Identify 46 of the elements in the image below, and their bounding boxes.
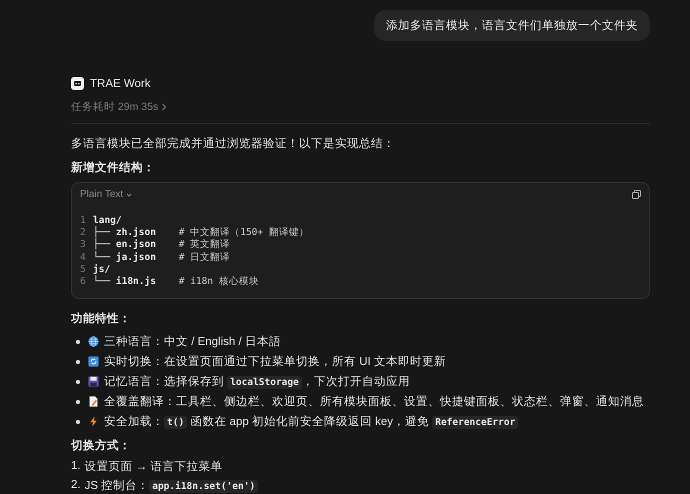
code-comment: # 中文翻译（150+ 翻译键） <box>178 226 309 239</box>
bullet <box>76 380 80 384</box>
step-number: 2. <box>71 479 81 492</box>
code-comment: # 日文翻译 <box>178 250 230 264</box>
bullet <box>76 420 80 424</box>
section-heading: 切换方式： <box>71 438 132 453</box>
chevron-right-icon[interactable] <box>161 103 168 111</box>
globe-icon <box>88 336 99 348</box>
language-selector[interactable]: Plain Text <box>80 189 132 200</box>
code-text: ├── en.json <box>93 239 157 250</box>
code-comment: # i18n 核心模块 <box>178 275 259 288</box>
code-text: └── i18n.js <box>93 276 157 288</box>
section-heading: 功能特性： <box>71 311 132 326</box>
bullet <box>76 400 80 404</box>
code-comment: # 英文翻译 <box>178 238 230 252</box>
step-text: 设置页面 → 语言下拉菜单 <box>84 459 222 474</box>
feature-text: 三种语言：中文 / English / 日本語 <box>104 334 281 350</box>
line-number: 3 <box>80 239 87 250</box>
lightning-bolt-icon <box>88 416 99 428</box>
feature-text: 安全加载： t() 函数在 app 初始化前安全降级返回 key，避免 ReferenceError <box>104 414 518 430</box>
line-number: 4 <box>80 252 87 263</box>
summary-text: 多语言模块已全部完成并通过浏览器验证！以下是实现总结： <box>71 136 396 151</box>
user-message: 添加多语言模块，语言文件们单独放一个文件夹 <box>374 10 650 41</box>
section-heading: 新增文件结构： <box>71 160 156 175</box>
agent-logo-icon <box>71 77 84 90</box>
feature-text: 全覆盖翻译：工具栏、侧边栏、欢迎页、所有模块面板、设置、快捷键面板、状态栏、弹窗、通知消息 <box>104 394 644 410</box>
line-number: 2 <box>80 226 87 238</box>
step-text: JS 控制台： app.i18n.set('en') <box>84 478 258 493</box>
feature-text: 实时切换：在设置页面通过下拉菜单切换，所有 UI 文本即时更新 <box>104 354 446 370</box>
agent-name: TRAE Work <box>90 78 150 90</box>
caret-icon[interactable] <box>126 192 132 196</box>
code-text: ├── zh.json <box>93 226 157 238</box>
code-text: lang/ <box>93 214 122 226</box>
code-text: js/ <box>93 264 110 275</box>
line-number: 6 <box>80 276 87 288</box>
task-duration[interactable]: 任务耗时 29m 35s <box>71 100 158 114</box>
refresh-icon <box>88 356 99 368</box>
code-text: └── ja.json <box>93 252 157 263</box>
line-number: 1 <box>80 214 87 226</box>
step-number: 1. <box>71 460 81 472</box>
line-number: 5 <box>80 264 87 275</box>
document-icon <box>88 396 99 408</box>
copy-icon[interactable] <box>632 190 641 199</box>
bullet <box>76 360 80 364</box>
feature-text: 记忆语言：选择保存到 localStorage ，下次打开自动应用 <box>104 374 410 390</box>
bullet <box>76 340 80 344</box>
